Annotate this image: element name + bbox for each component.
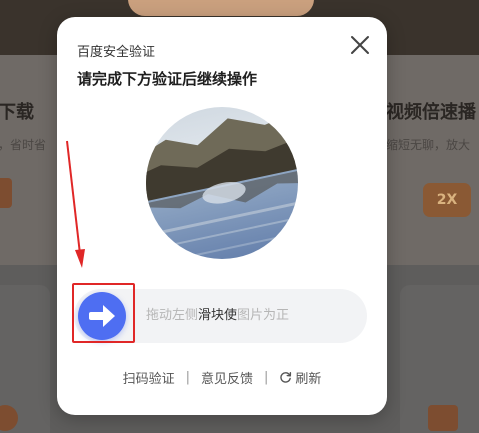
feedback-link[interactable]: 意见反馈 (201, 368, 253, 387)
close-icon (351, 36, 369, 54)
slider-hint-end: 图片为正 (237, 308, 290, 323)
refresh-label: 刷新 (295, 371, 322, 387)
trash-icon (428, 405, 458, 431)
speed-badge-icon: 2X (423, 183, 471, 217)
captcha-image (146, 107, 298, 259)
footer-separator: | (185, 369, 190, 385)
slider-hint-highlight: 滑块使 (198, 308, 238, 323)
slider-handle[interactable] (78, 292, 126, 340)
dialog-footer: 扫码验证 | 意见反馈 | 刷新 (57, 367, 387, 387)
refresh-button[interactable]: 刷新 (279, 368, 321, 387)
dialog-label: 百度安全验证 (77, 45, 156, 60)
background-right-subtitle: 缩短无聊，放大 (386, 138, 471, 152)
background-left-subtitle: ，省时省 (0, 138, 47, 152)
background-left-title: 下载 (0, 102, 34, 123)
background-right-title: 视频倍速播 (386, 102, 476, 123)
refresh-icon (280, 371, 292, 383)
captcha-dialog: 百度安全验证 请完成下方验证后继续操作 拖动左侧滑块使图片为正 扫码验证 | 意… (57, 17, 387, 415)
background-top-button (128, 0, 314, 16)
download-icon (0, 178, 12, 208)
close-button[interactable] (348, 33, 372, 57)
slider-hint: 拖动左侧滑块使图片为正 (146, 289, 289, 343)
scan-verify-link[interactable]: 扫码验证 (123, 368, 175, 387)
slider-hint-start: 拖动左侧 (146, 308, 199, 323)
dialog-title: 请完成下方验证后继续操作 (77, 70, 258, 88)
arrow-right-icon (89, 305, 115, 327)
footer-separator: | (264, 369, 269, 385)
